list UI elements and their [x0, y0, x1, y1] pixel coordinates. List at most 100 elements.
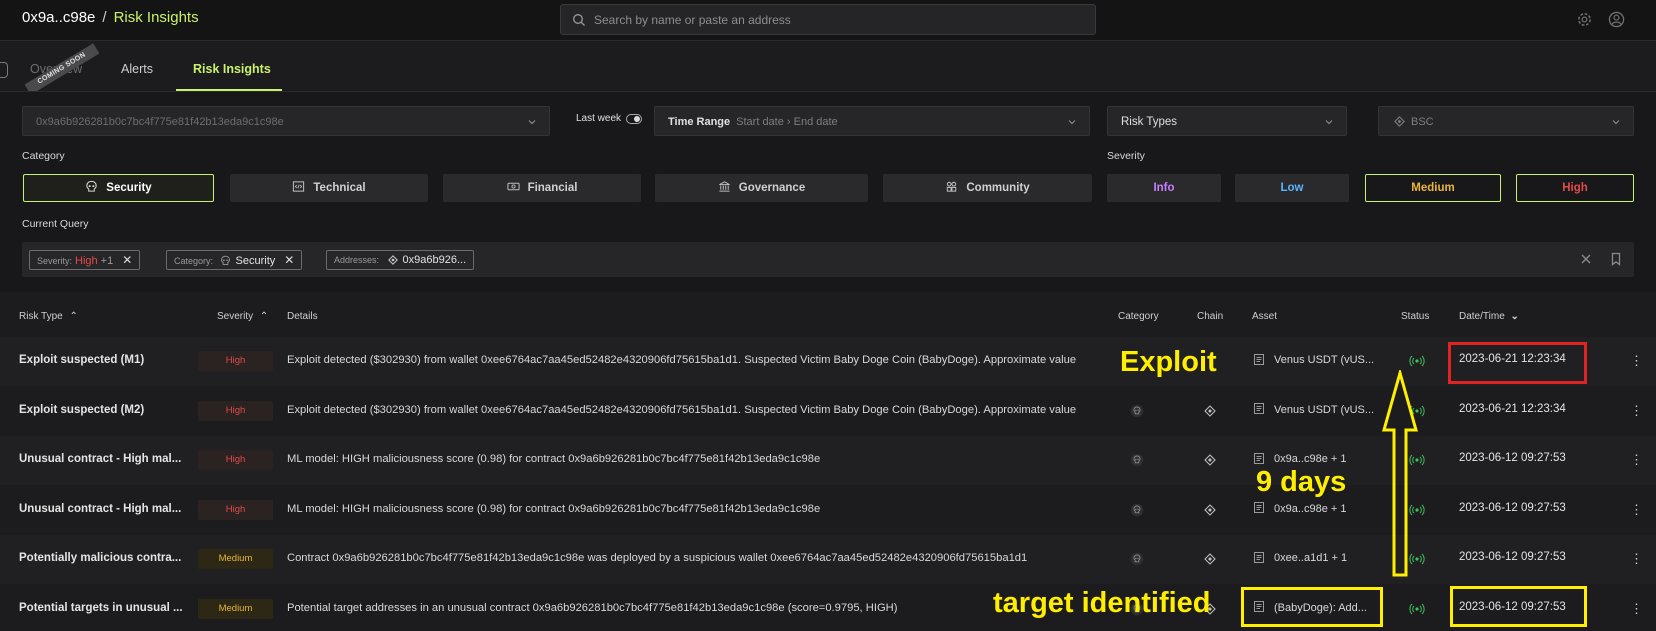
annotation-up-arrow — [1382, 370, 1418, 577]
breadcrumb-separator: / — [102, 9, 107, 26]
people-icon — [947, 182, 957, 193]
header-chain: Chain — [1197, 311, 1224, 322]
tab-alerts[interactable]: Alerts — [121, 62, 153, 76]
broadcast-icon — [1409, 355, 1425, 367]
current-query-bar: Severity: High +1 ✕ Category: Security ✕ Add… — [22, 242, 1634, 277]
chevron-down-icon — [1612, 120, 1620, 125]
gear-icon[interactable] — [1576, 11, 1593, 28]
more-options-icon[interactable]: ⋮ — [1630, 551, 1643, 567]
addresses-filter-chip[interactable]: Addresses: 0x9a6b926... — [326, 250, 475, 270]
category-security-button[interactable]: Security — [23, 174, 214, 202]
more-options-icon[interactable]: ⋮ — [1630, 452, 1643, 468]
breadcrumb-address[interactable]: 0x9a..c98e — [22, 9, 95, 26]
chip-category-key: Category: — [174, 256, 214, 266]
contract-icon — [1254, 403, 1264, 415]
datetime-cell: 2023-06-12 09:27:53 — [1459, 551, 1566, 563]
clear-query-icon[interactable] — [1579, 252, 1593, 266]
current-query-label: Current Query — [22, 218, 89, 230]
risk-type-cell: Potentially malicious contra... — [19, 552, 182, 564]
more-options-icon[interactable]: ⋮ — [1630, 502, 1643, 518]
chain-dropdown[interactable]: BSC — [1378, 106, 1634, 136]
category-security-label: Security — [106, 182, 152, 194]
chip-addresses-key: Addresses: — [334, 255, 380, 265]
category-governance-button[interactable]: Governance — [655, 174, 868, 202]
time-range-dropdown[interactable]: Time Range Start date › End date — [654, 106, 1090, 136]
breadcrumb: 0x9a..c98e / Risk Insights — [22, 9, 199, 26]
severity-medium-button[interactable]: Medium — [1365, 174, 1501, 202]
asset-cell[interactable]: 0xee..a1d1 + 1 — [1253, 551, 1348, 564]
code-icon — [293, 181, 305, 193]
table-row[interactable]: Potential targets in unusual ... Medium Po… — [0, 585, 1656, 631]
address-dropdown-value: 0x9a6b926281b0c7bc4f775e81f42b13eda9c1c9… — [36, 116, 284, 128]
tab-risk-insights[interactable]: Risk Insights — [193, 62, 271, 76]
details-cell: Exploit detected ($302930) from wallet 0… — [287, 354, 1077, 366]
severity-label: Severity — [1107, 150, 1145, 162]
chevron-down-icon — [1068, 120, 1076, 125]
search-placeholder: Search by name or paste an address — [594, 13, 791, 27]
category-financial-button[interactable]: Financial — [443, 174, 641, 202]
skull-icon — [1130, 552, 1144, 566]
asset-label: Venus USDT (vUS... — [1274, 403, 1375, 416]
severity-badge: High — [198, 400, 273, 421]
annotation-date-box — [1450, 586, 1587, 627]
asset-cell[interactable]: Venus USDT (vUS... — [1253, 353, 1374, 366]
category-technical-label: Technical — [313, 182, 366, 194]
asset-label: 0x9a..c98e + 1 — [1274, 502, 1347, 515]
chevron-down-icon — [528, 120, 536, 125]
header-category: Category — [1118, 311, 1159, 322]
header-datetime[interactable]: Date/Time ⌄ — [1459, 311, 1519, 322]
asset-cell[interactable]: Venus USDT (vUS... — [1253, 403, 1375, 416]
datetime-cell: 2023-06-21 12:23:34 — [1459, 402, 1566, 415]
broadcast-icon — [1409, 603, 1425, 614]
severity-badge: High — [198, 351, 273, 371]
risk-type-cell: Unusual contract - High mal... — [19, 453, 182, 465]
asset-cell[interactable]: 0x9a..c98e + 1 — [1253, 452, 1347, 465]
skull-icon — [1130, 404, 1144, 417]
search-icon — [573, 14, 585, 26]
last-week-toggle[interactable] — [626, 114, 642, 124]
contract-icon — [1254, 452, 1264, 464]
bsc-chain-icon — [387, 254, 398, 265]
close-icon[interactable]: ✕ — [122, 251, 132, 269]
bsc-chain-icon — [1204, 454, 1216, 466]
header-severity[interactable]: Severity ⌃ — [217, 311, 268, 322]
header-risk-type-label: Risk Type — [19, 311, 63, 322]
close-icon[interactable]: ✕ — [284, 251, 294, 269]
more-options-icon[interactable]: ⋮ — [1630, 403, 1643, 419]
more-options-icon[interactable]: ⋮ — [1630, 353, 1643, 369]
category-technical-button[interactable]: Technical — [230, 174, 428, 202]
category-filter-chip[interactable]: Category: Security ✕ — [166, 250, 303, 270]
annotation-9-days: 9 days — [1256, 466, 1347, 498]
details-cell: Contract 0x9a6b926281b0c7bc4f775e81f42b1… — [287, 552, 1028, 564]
bsc-chain-icon — [1204, 404, 1216, 417]
address-dropdown[interactable]: 0x9a6b926281b0c7bc4f775e81f42b13eda9c1c9… — [22, 106, 550, 136]
skull-icon — [220, 255, 230, 265]
risk-type-cell: Unusual contract - High mal... — [19, 502, 182, 515]
bank-icon — [718, 181, 730, 193]
user-icon[interactable] — [1608, 11, 1625, 28]
money-icon — [506, 183, 520, 191]
asset-label: 0x9a..c98e + 1 — [1274, 453, 1347, 465]
chip-severity-key: Severity: — [37, 256, 73, 266]
severity-info-button[interactable]: Info — [1107, 174, 1221, 202]
severity-badge: Medium — [198, 549, 273, 569]
category-governance-label: Governance — [738, 182, 806, 194]
more-options-icon[interactable]: ⋮ — [1630, 601, 1643, 617]
header-risk-type[interactable]: Risk Type ⌃ — [19, 311, 78, 322]
category-community-button[interactable]: Community — [883, 174, 1092, 202]
header-datetime-label: Date/Time — [1459, 311, 1505, 322]
bookmark-icon[interactable] — [1609, 252, 1623, 266]
severity-badge: High — [198, 499, 273, 520]
header-asset: Asset — [1252, 311, 1278, 322]
collapse-sidebar-button[interactable] — [0, 62, 8, 78]
risk-types-dropdown[interactable]: Risk Types — [1107, 106, 1347, 136]
start-date-placeholder: Start date — [736, 116, 784, 128]
asset-label: 0xee..a1d1 + 1 — [1274, 552, 1348, 564]
bsc-chain-icon — [1394, 116, 1405, 127]
details-cell: ML model: HIGH maliciousness score (0.98… — [287, 502, 821, 515]
severity-high-button[interactable]: High — [1516, 174, 1634, 202]
search-input[interactable]: Search by name or paste an address — [560, 4, 1096, 35]
severity-low-button[interactable]: Low — [1235, 174, 1349, 202]
asset-cell[interactable]: 0x9a..c98e + 1 — [1253, 502, 1347, 515]
severity-filter-chip[interactable]: Severity: High +1 ✕ — [29, 250, 141, 270]
